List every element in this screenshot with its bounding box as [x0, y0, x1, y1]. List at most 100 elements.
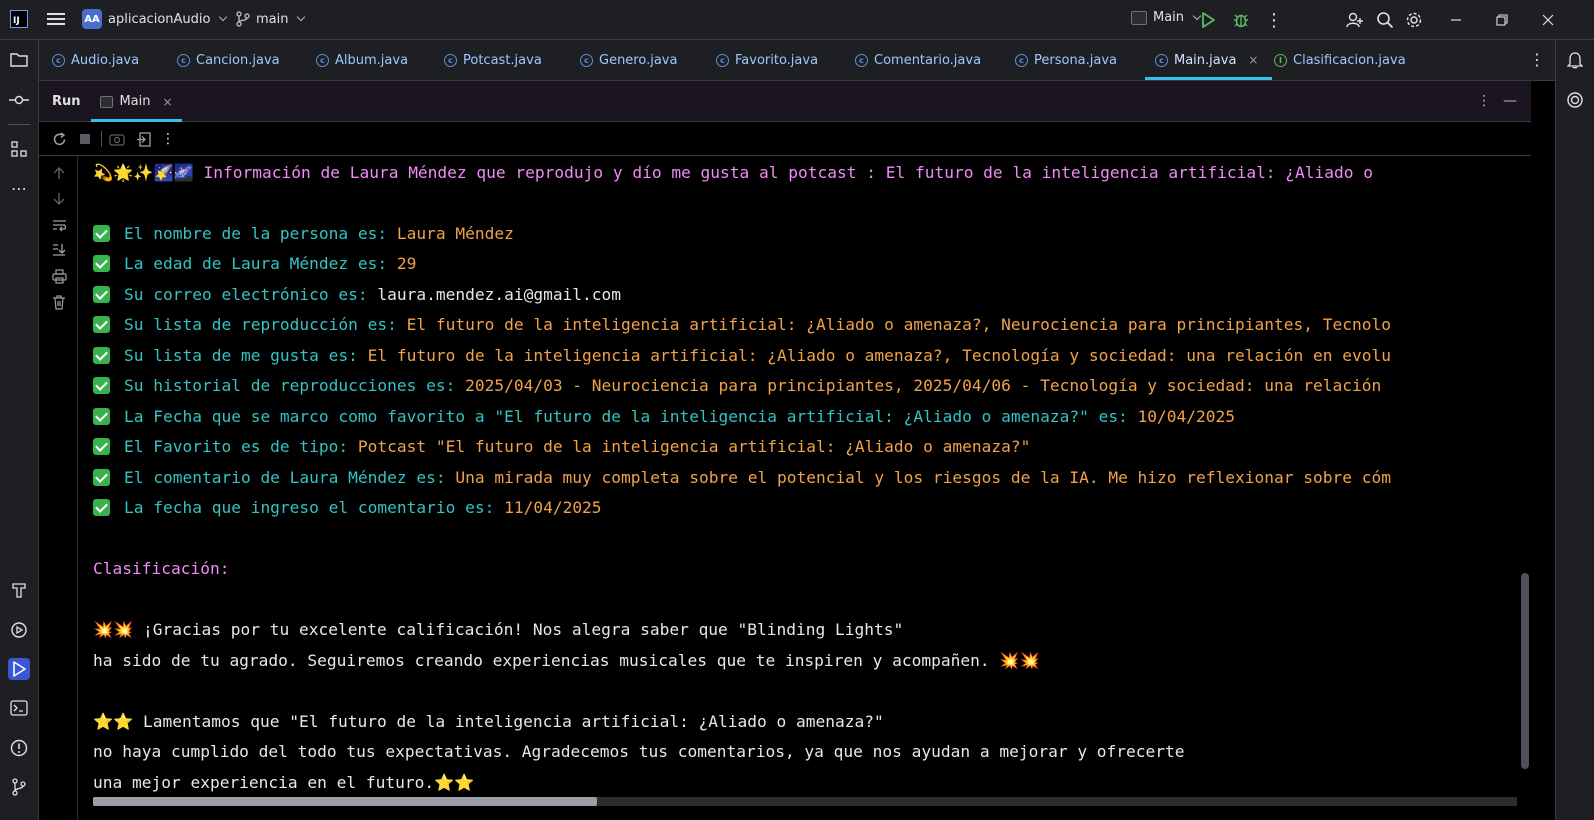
row-label: La fecha que ingreso el comentario es:: [124, 498, 505, 517]
more-tools-icon[interactable]: ⋯: [8, 177, 30, 199]
run-configuration-selector[interactable]: Main: [1131, 10, 1202, 25]
build-hammer-icon[interactable]: [8, 579, 30, 601]
run-toolbar: ⋮: [39, 122, 1531, 156]
run-tool-window-header: Run Main × ⋮ —: [39, 81, 1531, 122]
row-value: 10/04/2025: [1137, 407, 1236, 426]
tab-label: Comentario.java: [874, 52, 982, 68]
clasificacion-heading: Clasificación:: [93, 559, 230, 578]
class-icon: c: [716, 53, 729, 67]
row-label: El nombre de la persona es:: [124, 224, 397, 243]
message-line: 💥💥 ¡Gracias por tu excelente calificació…: [93, 620, 903, 640]
row-label: Su lista de reproducción es:: [124, 315, 407, 334]
tab-clasificacion-java[interactable]: I Clasificacion.java: [1274, 40, 1406, 80]
branch-name: main: [256, 11, 289, 27]
project-selector[interactable]: AA aplicacionAudio: [82, 9, 228, 29]
clear-trash-icon[interactable]: [51, 294, 67, 310]
tab-label: Potcast.java: [463, 52, 542, 68]
debug-icon[interactable]: [1231, 10, 1251, 30]
restore-layout-icon[interactable]: [135, 131, 151, 147]
stop-icon[interactable]: [77, 131, 93, 147]
tabs-more-icon[interactable]: ⋮: [1529, 50, 1545, 69]
window-minimize-icon[interactable]: [1446, 10, 1466, 30]
scroll-to-end-icon[interactable]: [51, 242, 67, 258]
tab-potcast-java[interactable]: c Potcast.java: [444, 40, 542, 80]
window-close-icon[interactable]: [1538, 10, 1558, 30]
app-logo-icon[interactable]: IJ: [10, 10, 28, 28]
close-icon[interactable]: ×: [1248, 53, 1258, 67]
tab-main-java[interactable]: c Main.java ×: [1144, 40, 1274, 80]
message-line: ha sido de tu agrado. Seguiremos creando…: [93, 651, 1040, 671]
settings-gear-icon[interactable]: [1404, 10, 1424, 30]
run-tool-icon[interactable]: [8, 658, 30, 680]
message-text: una mejor experiencia en el futuro.: [93, 773, 435, 792]
run-icon[interactable]: [1198, 10, 1218, 30]
tab-label: Favorito.java: [735, 52, 819, 68]
message-text: ha sido de tu agrado. Seguiremos creando…: [93, 651, 1000, 670]
scroll-up-arrow-icon[interactable]: [51, 165, 67, 181]
console-row: Su lista de reproducción es: El futuro d…: [93, 315, 1391, 335]
vertical-scrollbar[interactable]: [1521, 573, 1529, 769]
notifications-bell-icon[interactable]: [1564, 49, 1586, 71]
services-icon[interactable]: [8, 619, 30, 641]
rerun-icon[interactable]: [51, 131, 67, 147]
terminal-icon[interactable]: [8, 697, 30, 719]
tab-label: Main.java: [1174, 52, 1237, 68]
check-icon: [93, 316, 110, 333]
console-output[interactable]: 💫🌟✨🌠🌌 Información de Laura Méndez que re…: [78, 156, 1531, 800]
commit-icon[interactable]: [8, 89, 30, 111]
tab-cancion-java[interactable]: c Cancion.java: [177, 40, 280, 80]
tab-favorito-java[interactable]: c Favorito.java: [716, 40, 818, 80]
row-value: laura.mendez.ai@gmail.com: [377, 285, 622, 304]
class-icon: c: [177, 53, 190, 67]
project-name: aplicacionAudio: [108, 11, 211, 27]
window-restore-icon[interactable]: [1492, 10, 1512, 30]
version-control-icon[interactable]: [8, 776, 30, 798]
check-icon: [93, 255, 110, 272]
close-icon[interactable]: ×: [162, 95, 172, 109]
more-actions-icon[interactable]: ⋮: [1264, 10, 1284, 31]
check-icon: [93, 377, 110, 394]
tab-audio-java[interactable]: c Audio.java: [52, 40, 139, 80]
console-header-line: 💫🌟✨🌠🌌 Información de Laura Méndez que re…: [93, 163, 1373, 183]
run-tab-main[interactable]: Main ×: [91, 81, 182, 122]
print-icon[interactable]: [51, 268, 67, 284]
class-icon: c: [1155, 53, 1168, 67]
project-avatar: AA: [82, 9, 102, 29]
tab-comentario-java[interactable]: c Comentario.java: [855, 40, 981, 80]
message-text: Lamentamos que "El futuro de la intelige…: [133, 712, 884, 731]
console-row: Su correo electrónico es: laura.mendez.a…: [93, 285, 621, 305]
branch-selector[interactable]: main: [236, 11, 306, 27]
tab-label: Album.java: [335, 52, 409, 68]
row-value: Una mirada muy completa sobre el potenci…: [455, 468, 1391, 487]
check-icon: [93, 469, 110, 486]
row-value: El futuro de la inteligencia artificial:…: [367, 346, 1391, 365]
chevron-down-icon: [297, 12, 306, 22]
problems-icon[interactable]: [8, 737, 30, 759]
scroll-down-arrow-icon[interactable]: [51, 191, 67, 207]
ai-assistant-icon[interactable]: [1564, 89, 1586, 111]
console-row: La edad de Laura Méndez es: 29: [93, 254, 416, 274]
structure-icon[interactable]: [8, 138, 30, 160]
tab-label: Cancion.java: [196, 52, 280, 68]
project-folder-icon[interactable]: [8, 49, 30, 71]
run-config-name: Main: [1153, 10, 1185, 25]
soft-wrap-icon[interactable]: [51, 217, 67, 233]
tab-album-java[interactable]: c Album.java: [316, 40, 408, 80]
class-icon: c: [444, 53, 457, 67]
horizontal-scrollbar-thumb[interactable]: [93, 797, 597, 806]
minimize-panel-icon[interactable]: —: [1503, 93, 1517, 109]
check-icon: [93, 347, 110, 364]
run-tab-label: Main: [119, 94, 151, 109]
search-icon[interactable]: [1375, 10, 1395, 30]
right-tool-strip: [1555, 40, 1594, 820]
screenshot-camera-icon[interactable]: [109, 131, 125, 147]
options-more-icon[interactable]: ⋮: [1477, 93, 1491, 109]
add-user-icon[interactable]: [1345, 10, 1365, 30]
tab-genero-java[interactable]: c Genero.java: [580, 40, 677, 80]
chevron-down-icon: [219, 12, 228, 22]
message-text: no haya cumplido del todo tus expectativ…: [93, 742, 1185, 761]
console-row: Su lista de me gusta es: El futuro de la…: [93, 346, 1391, 366]
tab-persona-java[interactable]: c Persona.java: [1015, 40, 1117, 80]
more-actions-icon[interactable]: ⋮: [160, 131, 176, 147]
main-menu-icon[interactable]: [47, 11, 65, 27]
